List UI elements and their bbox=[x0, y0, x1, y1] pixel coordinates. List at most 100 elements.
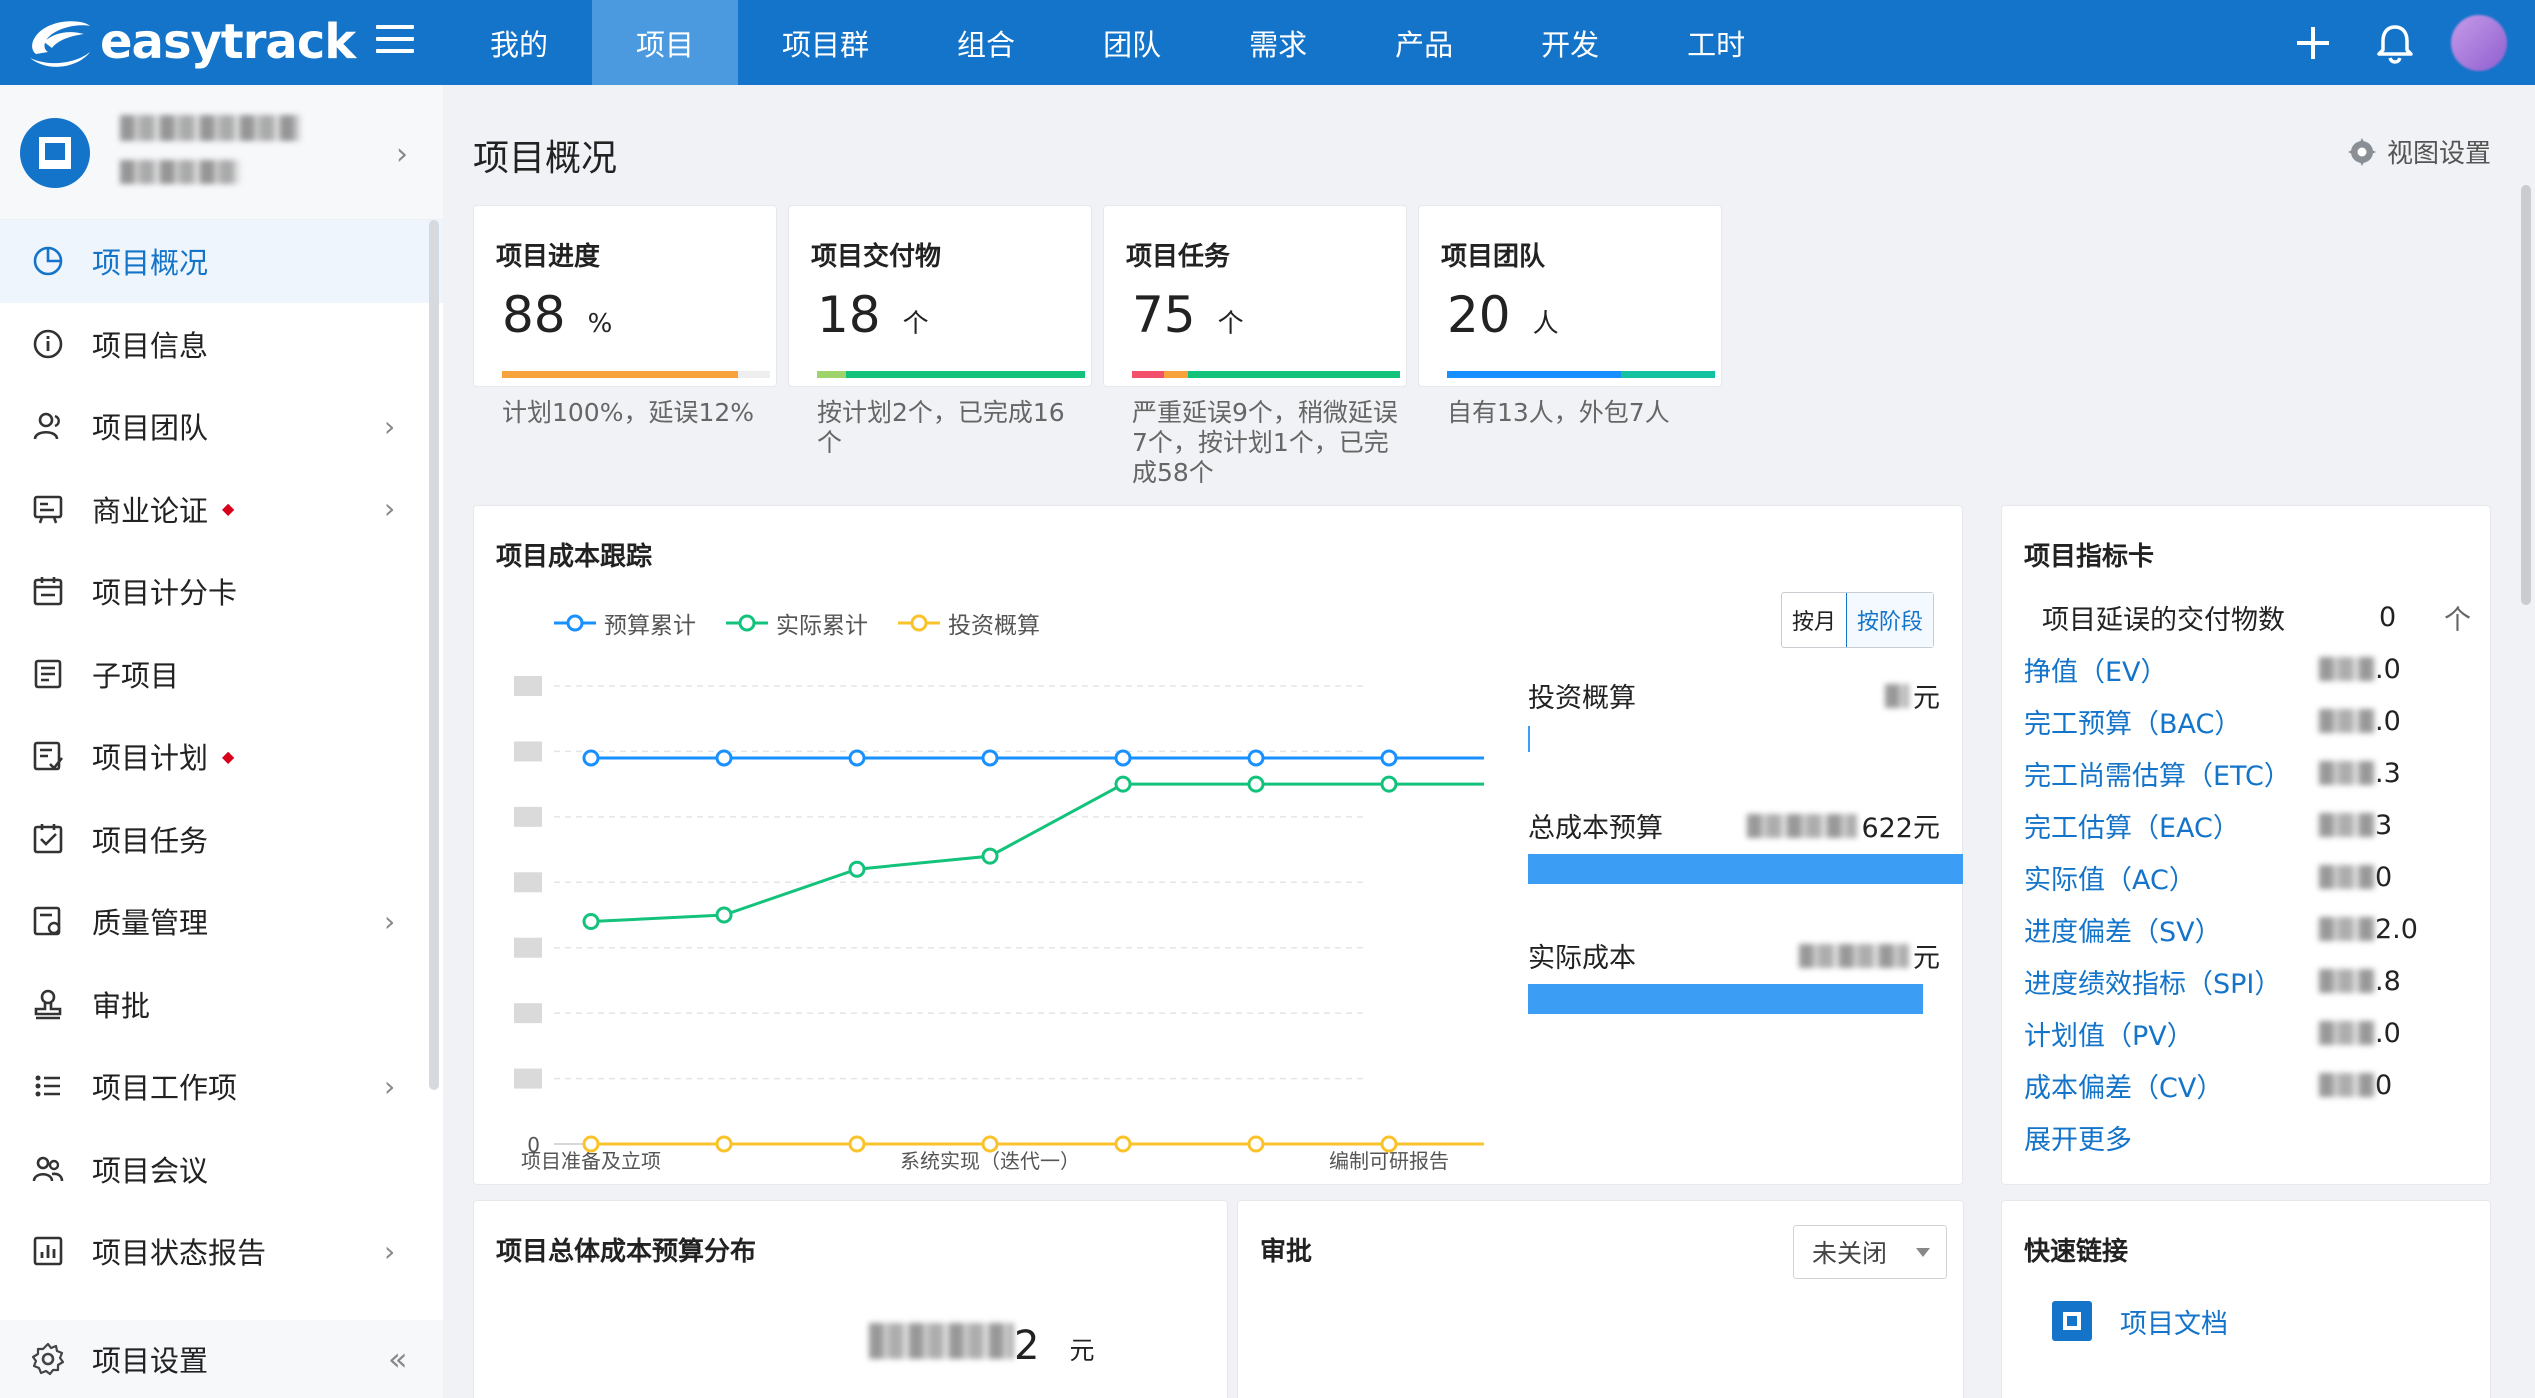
data-point[interactable] bbox=[715, 749, 733, 767]
nav-item-7[interactable]: 开发 bbox=[1497, 0, 1643, 85]
redacted-value bbox=[2319, 865, 2375, 889]
sidebar-item-3[interactable]: 商业论证 ◆ › bbox=[0, 468, 443, 551]
kpi-card-0[interactable]: 项目进度 88% 计划100%，延误12% bbox=[473, 205, 777, 427]
legend-item-2[interactable]: 投资概算 bbox=[896, 606, 1040, 640]
data-point[interactable] bbox=[1247, 1135, 1265, 1153]
status-report-icon bbox=[33, 1236, 63, 1266]
collapse-sidebar-icon[interactable]: « bbox=[388, 1340, 407, 1378]
main-scrollbar[interactable] bbox=[2521, 185, 2531, 605]
expand-more-link[interactable]: 展开更多 bbox=[2024, 1111, 2484, 1163]
cost-row-investment: 投资概算 元 bbox=[1514, 676, 1954, 806]
kpi-progress-bar bbox=[817, 371, 1085, 378]
metric-row-6[interactable]: 进度偏差（SV） 2.0 bbox=[2024, 903, 2484, 955]
project-logo-icon bbox=[20, 118, 90, 188]
data-point[interactable] bbox=[715, 1135, 733, 1153]
user-avatar[interactable] bbox=[2451, 14, 2507, 71]
sidebar-item-9[interactable]: 审批 bbox=[0, 963, 443, 1046]
metric-value-text: 0 bbox=[2375, 861, 2393, 893]
toggle-monthly[interactable]: 按月 bbox=[1782, 593, 1846, 647]
kpi-value: 88 bbox=[502, 286, 566, 344]
data-point[interactable] bbox=[981, 847, 999, 865]
menu-icon[interactable] bbox=[376, 25, 414, 57]
data-point[interactable] bbox=[848, 1135, 866, 1153]
sidebar-item-label: 项目任务 bbox=[92, 823, 209, 858]
sidebar-item-6[interactable]: 项目计划 ◆ bbox=[0, 715, 443, 798]
bell-icon[interactable] bbox=[2373, 21, 2417, 65]
nav-item-6[interactable]: 产品 bbox=[1351, 0, 1497, 85]
budget-total: 2 元 bbox=[869, 1323, 1094, 1369]
kpi-card-2[interactable]: 项目任务 75 个严重延误9个，稍微延误7个，按计划1个，已完成58个 bbox=[1103, 205, 1407, 487]
nav-item-8[interactable]: 工时 bbox=[1643, 0, 1789, 85]
data-point[interactable] bbox=[981, 1135, 999, 1153]
metric-row-1[interactable]: 挣值（EV） .0 bbox=[2024, 643, 2484, 695]
metric-row-8[interactable]: 计划值（PV） .0 bbox=[2024, 1007, 2484, 1059]
view-settings-button[interactable]: 视图设置 bbox=[2347, 133, 2491, 170]
kpi-value: 18 bbox=[817, 286, 881, 344]
data-point[interactable] bbox=[582, 749, 600, 767]
nav-item-3[interactable]: 组合 bbox=[913, 0, 1059, 85]
notification-dot-icon: ◆ bbox=[222, 746, 235, 766]
metric-row-7[interactable]: 进度绩效指标（SPI） .8 bbox=[2024, 955, 2484, 1007]
sidebar-item-11[interactable]: 项目会议 bbox=[0, 1128, 443, 1211]
metric-row-5[interactable]: 实际值（AC） 0 bbox=[2024, 851, 2484, 903]
nav-item-4[interactable]: 团队 bbox=[1059, 0, 1205, 85]
quick-link-docs[interactable]: 项目文档 bbox=[2052, 1301, 2228, 1341]
sidebar-item-12[interactable]: 项目状态报告 › bbox=[0, 1210, 443, 1293]
sidebar-item-1[interactable]: 项目信息 bbox=[0, 303, 443, 386]
data-point[interactable] bbox=[582, 913, 600, 931]
data-point[interactable] bbox=[848, 860, 866, 878]
nav-item-1[interactable]: 项目 bbox=[592, 0, 739, 85]
data-point[interactable] bbox=[1247, 749, 1265, 767]
legend-item-0[interactable]: 预算累计 bbox=[552, 606, 696, 640]
nav-item-0[interactable]: 我的 bbox=[446, 0, 592, 85]
nav-item-2[interactable]: 项目群 bbox=[738, 0, 913, 85]
data-point[interactable] bbox=[1114, 775, 1132, 793]
redacted-value bbox=[2319, 917, 2375, 941]
toggle-by-phase[interactable]: 按阶段 bbox=[1846, 593, 1934, 647]
sidebar-scrollbar[interactable] bbox=[429, 220, 439, 1090]
kpi-bar-segment bbox=[737, 371, 770, 378]
data-point[interactable] bbox=[1380, 749, 1398, 767]
sidebar-item-2[interactable]: 项目团队 › bbox=[0, 385, 443, 468]
sidebar-item-7[interactable]: 项目任务 bbox=[0, 798, 443, 881]
sidebar-item-settings[interactable]: 项目设置 « bbox=[0, 1320, 443, 1398]
kpi-card-1[interactable]: 项目交付物 18 个按计划2个，已完成16个 bbox=[788, 205, 1092, 457]
data-point[interactable] bbox=[715, 906, 733, 924]
kpi-value-wrap: 20 人 bbox=[1447, 286, 1559, 344]
x-tick-label: 系统实现（迭代一） bbox=[900, 1149, 1080, 1173]
sidebar-item-0[interactable]: 项目概况 bbox=[0, 220, 443, 303]
sidebar-item-10[interactable]: 项目工作项 › bbox=[0, 1045, 443, 1128]
data-point[interactable] bbox=[1380, 775, 1398, 793]
sidebar-item-label: 子项目 bbox=[92, 658, 180, 693]
data-point[interactable] bbox=[1380, 1135, 1398, 1153]
data-point[interactable] bbox=[1114, 1135, 1132, 1153]
chevron-right-icon: › bbox=[396, 137, 408, 172]
sidebar-item-5[interactable]: 子项目 bbox=[0, 633, 443, 716]
card-title: 审批 bbox=[1260, 1237, 1313, 1267]
kpi-progress-bar bbox=[1132, 371, 1400, 378]
data-point[interactable] bbox=[1247, 775, 1265, 793]
metric-row-4[interactable]: 完工估算（EAC） 3 bbox=[2024, 799, 2484, 851]
data-point[interactable] bbox=[582, 1135, 600, 1153]
data-point[interactable] bbox=[981, 749, 999, 767]
metric-row-9[interactable]: 成本偏差（CV） 0 bbox=[2024, 1059, 2484, 1111]
y-tick-label-redacted bbox=[514, 1068, 542, 1089]
kpi-card-3[interactable]: 项目团队 20 人自有13人，外包7人 bbox=[1418, 205, 1722, 427]
metric-row-3[interactable]: 完工尚需估算（ETC） .3 bbox=[2024, 747, 2484, 799]
data-point[interactable] bbox=[1114, 749, 1132, 767]
legend-item-1[interactable]: 实际累计 bbox=[724, 606, 868, 640]
approval-filter-select[interactable]: 未关闭 bbox=[1793, 1225, 1947, 1279]
metric-value-text: .8 bbox=[2375, 965, 2401, 997]
sidebar-item-8[interactable]: 质量管理 › bbox=[0, 880, 443, 963]
team-icon bbox=[33, 412, 60, 440]
data-point[interactable] bbox=[848, 749, 866, 767]
project-switcher[interactable]: › bbox=[0, 85, 443, 220]
sidebar-item-label: 项目团队 bbox=[92, 411, 209, 446]
scorecard-icon bbox=[33, 577, 63, 606]
sidebar-item-4[interactable]: 项目计分卡 bbox=[0, 550, 443, 633]
app-logo[interactable]: easytrack bbox=[22, 10, 356, 74]
nav-item-5[interactable]: 需求 bbox=[1205, 0, 1351, 85]
metric-row-2[interactable]: 完工预算（BAC） .0 bbox=[2024, 695, 2484, 747]
add-icon[interactable] bbox=[2293, 23, 2333, 63]
kpi-unit: 个 bbox=[902, 309, 929, 339]
